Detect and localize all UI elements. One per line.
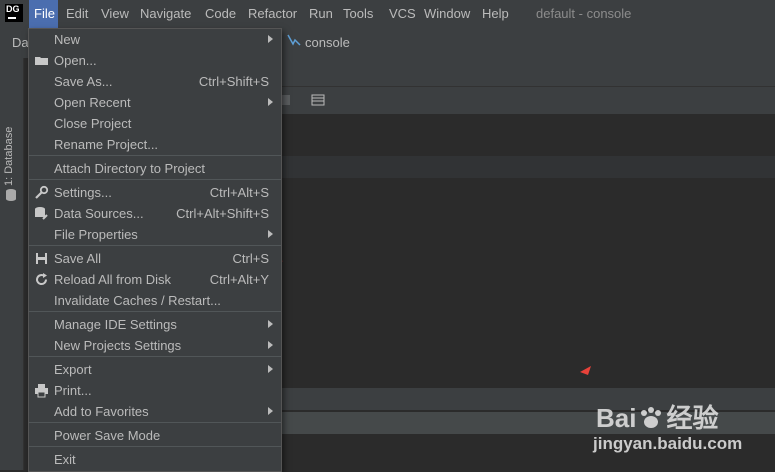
menu-item-manage-ide-settings[interactable]: Manage IDE Settings <box>29 314 281 335</box>
menu-item-new[interactable]: New <box>29 29 281 50</box>
menu-item-print[interactable]: Print... <box>29 380 281 401</box>
menu-refactor[interactable]: Refactor <box>248 0 297 28</box>
left-tool-strip: 1: Database <box>0 58 24 470</box>
menu-item-shortcut: Ctrl+Alt+Shift+S <box>176 206 269 221</box>
menu-item-label: Settings... <box>54 185 112 200</box>
menu-navigate[interactable]: Navigate <box>140 0 191 28</box>
data-sources-icon <box>34 206 49 221</box>
menu-item-data-sources[interactable]: Data Sources... Ctrl+Alt+Shift+S <box>29 203 281 224</box>
menu-item-label: Open... <box>54 53 97 68</box>
menu-item-shortcut: Ctrl+S <box>232 251 269 266</box>
menu-item-save-all[interactable]: Save All Ctrl+S <box>29 248 281 269</box>
paw-icon <box>638 405 664 428</box>
menu-item-label: File Properties <box>54 227 138 242</box>
save-icon <box>34 251 49 266</box>
window-title: default - console <box>536 6 632 21</box>
menu-item-label: Add to Favorites <box>54 404 149 419</box>
menu-item-file-properties[interactable]: File Properties <box>29 224 281 245</box>
table-icon[interactable] <box>311 93 325 107</box>
console-icon <box>286 32 302 48</box>
menu-item-rename-project[interactable]: Rename Project... <box>29 134 281 155</box>
menu-item-invalidate-caches-restart[interactable]: Invalidate Caches / Restart... <box>29 290 281 311</box>
folder-icon <box>34 53 49 68</box>
menu-item-shortcut: Ctrl+Shift+S <box>198 74 269 89</box>
watermark-url: jingyan.baidu.com <box>593 434 743 453</box>
file-menu-dropdown: New Open... Save As... Ctrl+Shift+S Open Rec… <box>28 28 282 472</box>
menu-view[interactable]: View <box>101 0 129 28</box>
wrench-icon <box>34 185 49 200</box>
submenu-arrow-icon <box>268 341 273 349</box>
menu-bar: DG File Edit View Navigate Code Refactor… <box>0 0 775 28</box>
menu-item-label: Save All <box>54 251 101 266</box>
menu-item-attach-directory-to-project[interactable]: Attach Directory to Project <box>29 158 281 179</box>
menu-separator <box>29 446 281 447</box>
menu-separator <box>29 311 281 312</box>
menu-item-label: Attach Directory to Project <box>54 161 205 176</box>
menu-item-label: Close Project <box>54 116 132 131</box>
menu-item-reload-all-from-disk[interactable]: Reload All from Disk Ctrl+Alt+Y <box>29 269 281 290</box>
menu-item-exit[interactable]: Exit <box>29 449 281 470</box>
menu-item-label: Manage IDE Settings <box>54 317 177 332</box>
menu-separator <box>29 245 281 246</box>
menu-item-label: Open Recent <box>54 95 131 110</box>
reload-icon <box>34 272 49 287</box>
database-tool-tab[interactable]: 1: Database <box>3 127 15 186</box>
menu-item-label: Power Save Mode <box>54 428 161 443</box>
editor-line-band <box>282 156 775 178</box>
menu-item-label: Rename Project... <box>54 137 159 152</box>
submenu-arrow-icon <box>268 407 273 415</box>
menu-item-save-as[interactable]: Save As... Ctrl+Shift+S <box>29 71 281 92</box>
menu-item-add-to-favorites[interactable]: Add to Favorites <box>29 401 281 422</box>
database-icon <box>5 188 17 202</box>
menu-help[interactable]: Help <box>482 0 509 28</box>
watermark-brand: Bai 经验 <box>596 403 719 433</box>
menu-item-label: New <box>54 32 81 47</box>
menu-item-label: Exit <box>54 452 76 467</box>
menu-item-close-project[interactable]: Close Project <box>29 113 281 134</box>
menu-separator <box>29 422 281 423</box>
submenu-arrow-icon <box>268 98 273 106</box>
editor-header-band <box>282 58 775 86</box>
menu-separator <box>29 356 281 357</box>
menu-item-shortcut: Ctrl+Alt+S <box>209 185 269 200</box>
menu-item-label: New Projects Settings <box>54 338 182 353</box>
menu-item-settings[interactable]: Settings... Ctrl+Alt+S <box>29 182 281 203</box>
print-icon <box>34 383 49 398</box>
editor-toolbar <box>282 86 775 114</box>
toolbar-button[interactable] <box>282 95 290 105</box>
menu-separator <box>29 179 281 180</box>
submenu-arrow-icon <box>268 365 273 373</box>
menu-tools[interactable]: Tools <box>343 0 373 28</box>
menu-vcs[interactable]: VCS <box>389 0 416 28</box>
menu-item-shortcut: Ctrl+Alt+Y <box>209 272 269 287</box>
menu-window[interactable]: Window <box>424 0 470 28</box>
menu-item-new-projects-settings[interactable]: New Projects Settings <box>29 335 281 356</box>
menu-separator <box>29 155 281 156</box>
menu-run[interactable]: Run <box>309 0 333 28</box>
menu-item-open[interactable]: Open... <box>29 50 281 71</box>
menu-item-label: Invalidate Caches / Restart... <box>54 293 221 308</box>
menu-item-label: Save As... <box>54 74 113 89</box>
menu-item-label: Print... <box>54 383 92 398</box>
menu-file[interactable]: File <box>29 0 58 28</box>
submenu-arrow-icon <box>268 230 273 238</box>
submenu-arrow-icon <box>268 35 273 43</box>
menu-code[interactable]: Code <box>205 0 236 28</box>
menu-edit[interactable]: Edit <box>66 0 88 28</box>
menu-item-label: Data Sources... <box>54 206 144 221</box>
menu-item-open-recent[interactable]: Open Recent <box>29 92 281 113</box>
tab-console[interactable]: console <box>305 35 350 50</box>
submenu-arrow-icon <box>268 320 273 328</box>
menu-item-label: Export <box>54 362 92 377</box>
menu-item-label: Reload All from Disk <box>54 272 172 287</box>
app-logo: DG <box>5 4 23 22</box>
menu-item-power-save-mode[interactable]: Power Save Mode <box>29 425 281 446</box>
menu-item-export[interactable]: Export <box>29 359 281 380</box>
